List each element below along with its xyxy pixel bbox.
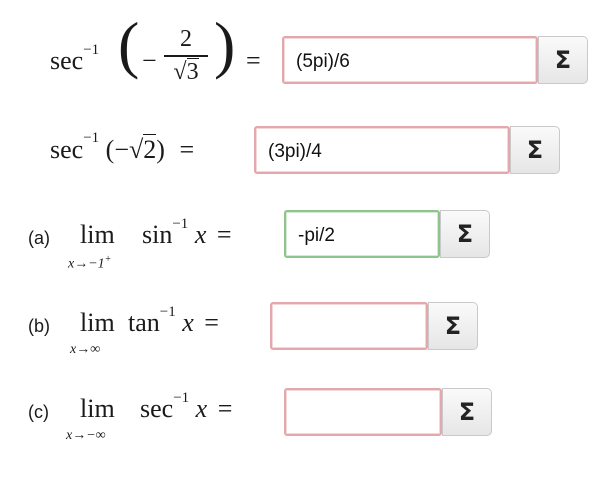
lim-subscript: x→−∞ (66, 428, 106, 443)
variable: x (194, 220, 207, 249)
sigma-button-1[interactable]: Σ (538, 36, 588, 84)
equals-sign: = (217, 394, 233, 423)
func-name: tan (128, 308, 160, 337)
expression-b: tan−1 x = (128, 304, 219, 338)
lim: lim (80, 394, 115, 423)
answer-input-a[interactable]: -pi/2 (284, 210, 440, 258)
lim: lim (80, 220, 115, 249)
fraction-bar (164, 55, 208, 57)
equals-sign: = (204, 308, 219, 337)
part-label-c: (c) (28, 402, 49, 422)
part-label-a: (a) (28, 228, 50, 248)
sigma-button-a[interactable]: Σ (440, 210, 490, 258)
argument: (−√2) (105, 134, 165, 164)
answer-input-b[interactable] (270, 302, 428, 350)
lim-subscript: x→−1+ (68, 254, 112, 272)
func-name: sin (142, 220, 173, 249)
expression-1: sec−1 (50, 42, 99, 76)
right-paren: ) (214, 9, 236, 80)
equals-sign: = (179, 135, 195, 164)
sigma-button-b[interactable]: Σ (428, 302, 478, 350)
variable: x (195, 394, 208, 423)
answer-input-2[interactable]: (3pi)/4 (254, 126, 510, 174)
expression-a: sin−1 x = (142, 216, 232, 250)
sigma-button-2[interactable]: Σ (510, 126, 560, 174)
exponent: −1 (159, 304, 176, 320)
func-name: sec (50, 46, 84, 75)
func-name: sec (140, 394, 174, 423)
expression-c: sec−1 x = (140, 390, 233, 424)
lim: lim (80, 308, 115, 337)
part-label-b: (b) (28, 316, 50, 336)
sigma-button-c[interactable]: Σ (442, 388, 492, 436)
exponent: −1 (172, 216, 189, 232)
exponent: −1 (83, 130, 100, 146)
minus-sign: − (142, 46, 157, 75)
left-paren: ( (118, 9, 140, 80)
equals-sign: = (246, 46, 261, 75)
fraction-denominator: √3 (173, 58, 199, 85)
equals-sign: = (216, 220, 232, 249)
variable: x (182, 308, 194, 337)
answer-input-c[interactable] (284, 388, 442, 436)
func-name: sec (50, 135, 84, 164)
fraction: 2 √3 (164, 26, 208, 86)
exponent: −1 (173, 390, 190, 406)
answer-input-1[interactable]: (5pi)/6 (282, 36, 538, 84)
expression-2: sec−1 (−√2) = (50, 130, 195, 165)
exponent: −1 (83, 42, 100, 58)
fraction-numerator: 2 (180, 26, 192, 52)
lim-subscript: x→∞ (70, 342, 101, 357)
